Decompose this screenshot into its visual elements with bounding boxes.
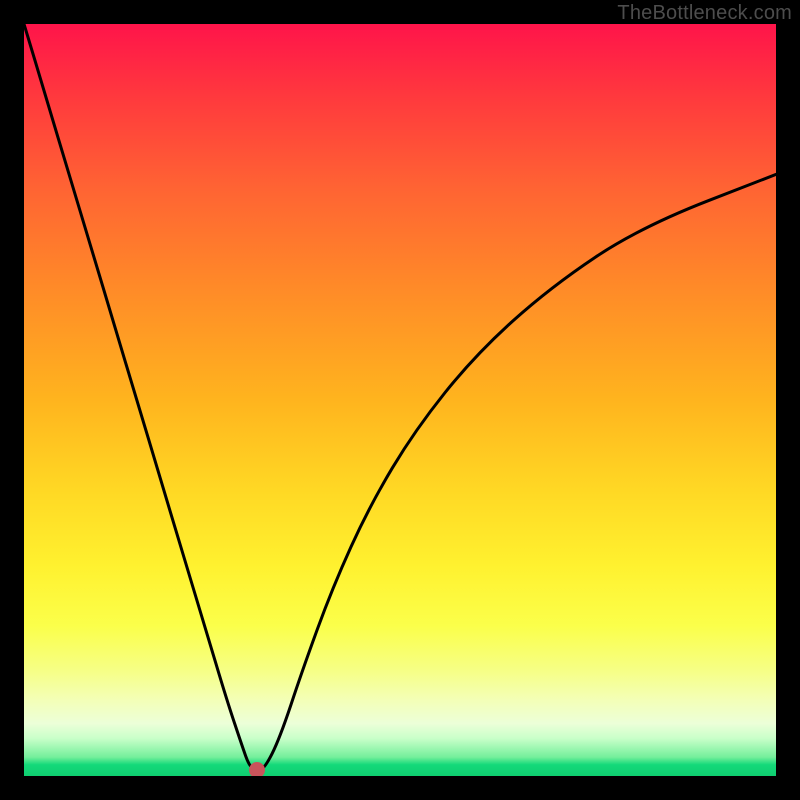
curve-svg [24,24,776,776]
bottleneck-curve-path [24,24,776,769]
chart-frame: TheBottleneck.com [0,0,800,800]
watermark-text: TheBottleneck.com [617,2,792,25]
min-marker-dot [249,762,265,776]
plot-area [24,24,776,776]
